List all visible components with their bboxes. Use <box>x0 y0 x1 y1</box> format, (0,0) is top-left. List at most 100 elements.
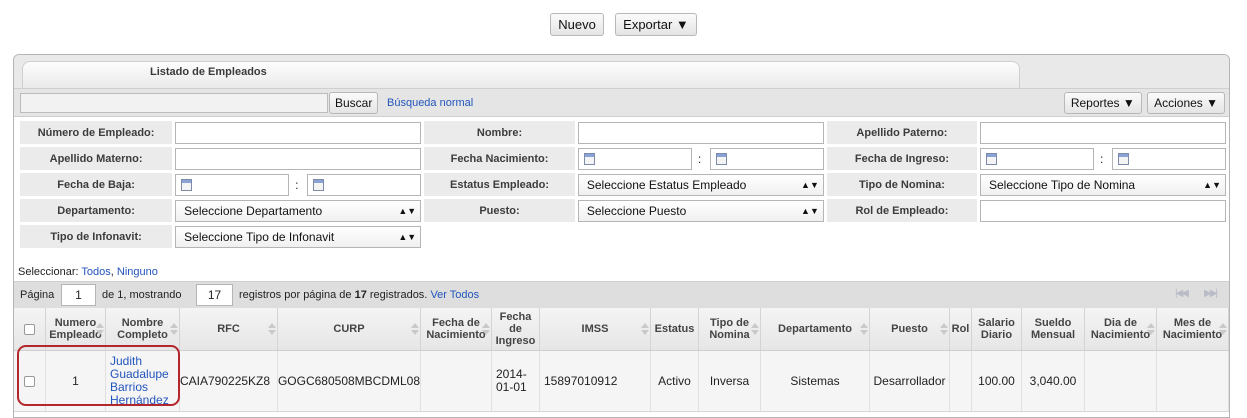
exportar-button[interactable]: Exportar ▼ <box>615 13 697 36</box>
select-none-link[interactable]: Ninguno <box>117 266 158 278</box>
sort-icon[interactable] <box>1147 323 1155 335</box>
fecha-ingreso-range: : <box>980 147 1226 170</box>
numero-empleado-label: Número de Empleado: <box>20 121 173 144</box>
page-input[interactable]: 1 <box>61 284 96 306</box>
first-page-icon[interactable]: |◀◀ <box>1175 288 1189 299</box>
col-tipo-nomina[interactable]: Tipo de Nomina <box>699 308 761 350</box>
numero-empleado-input[interactable] <box>175 121 422 144</box>
fecha-ingreso-from[interactable] <box>980 147 1094 170</box>
cell-salario: 100.00 <box>972 351 1022 411</box>
fecha-nacimiento-to[interactable] <box>709 147 824 170</box>
sort-icon[interactable] <box>268 323 276 335</box>
nuevo-button[interactable]: Nuevo <box>550 13 604 36</box>
calendar-icon[interactable] <box>715 152 727 165</box>
rol-empleado-input[interactable] <box>980 199 1226 222</box>
col-fecha-nacimiento[interactable]: Fecha de Nacimiento <box>421 308 492 350</box>
puesto-select[interactable]: Seleccione Puesto ▲▼ <box>577 199 824 222</box>
search-button[interactable]: Buscar <box>329 92 379 114</box>
sort-icon[interactable] <box>96 323 104 335</box>
highlight-annotation <box>17 345 180 406</box>
select-arrows-icon: ▲▼ <box>801 179 819 190</box>
registros-post: registrados. <box>369 289 428 301</box>
table-row[interactable]: 1 Judith Guadalupe Barrios Hernández CAI… <box>14 351 1229 412</box>
col-numero-empleado[interactable]: Numero Empleado <box>46 308 106 350</box>
range-separator: : <box>295 177 299 192</box>
select-all-checkbox-cell <box>14 308 46 350</box>
col-sueldo-mensual[interactable]: Sueldo Mensual <box>1022 308 1085 350</box>
calendar-icon[interactable] <box>583 152 595 165</box>
tipo-nomina-value: Seleccione Tipo de Nomina <box>989 177 1136 192</box>
col-sueldo-label: Sueldo Mensual <box>1030 317 1075 341</box>
sort-icon[interactable] <box>1219 323 1227 335</box>
fecha-ingreso-to[interactable] <box>1112 147 1226 170</box>
nombre-input[interactable] <box>577 121 824 144</box>
col-imss-label: IMSS <box>581 323 609 335</box>
estatus-empleado-select[interactable]: Seleccione Estatus Empleado ▲▼ <box>577 173 824 196</box>
cell-fecha-ingreso: 2014-01-01 <box>492 351 540 411</box>
search-input[interactable] <box>20 93 328 113</box>
tipo-infonavit-label: Tipo de Infonavit: <box>20 225 173 248</box>
col-nombre-label: Nombre Completo <box>117 317 168 341</box>
col-curp-label: CURP <box>333 323 365 335</box>
sort-icon[interactable] <box>751 323 759 335</box>
select-arrows-icon: ▲▼ <box>398 205 417 216</box>
col-fecha-ing-label: Fecha de Ingreso <box>495 311 536 347</box>
search-bar: Buscar Búsqueda normal Reportes ▼ Accion… <box>14 88 1229 117</box>
tipo-nomina-label: Tipo de Nomina: <box>826 173 977 196</box>
col-salario-diario[interactable]: Salario Diario <box>972 308 1022 350</box>
col-imss[interactable]: IMSS <box>540 308 651 350</box>
sort-icon[interactable] <box>940 323 948 335</box>
select-arrows-icon: ▲▼ <box>801 205 819 216</box>
sort-icon[interactable] <box>641 323 649 335</box>
sort-icon[interactable] <box>411 323 419 335</box>
cell-sueldo: 3,040.00 <box>1022 351 1085 411</box>
col-rol[interactable]: Rol <box>950 308 972 350</box>
select-all-link[interactable]: Todos <box>81 266 110 278</box>
tipo-infonavit-select[interactable]: Seleccione Tipo de Infonavit ▲▼ <box>175 225 422 248</box>
fecha-nacimiento-from[interactable] <box>577 147 692 170</box>
cell-rol <box>950 351 972 411</box>
per-page-input[interactable]: 17 <box>196 284 233 306</box>
calendar-icon[interactable] <box>181 178 193 191</box>
departamento-select[interactable]: Seleccione Departamento ▲▼ <box>175 199 422 222</box>
col-rfc[interactable]: RFC <box>180 308 278 350</box>
col-departamento-label: Departamento <box>778 323 852 335</box>
col-mes-nac-label: Mes de Nacimiento <box>1162 317 1223 341</box>
ver-todos-link[interactable]: Ver Todos <box>430 289 479 301</box>
employee-list-panel: Listado de Empleados Buscar Búsqueda nor… <box>13 54 1230 418</box>
col-departamento[interactable]: Departamento <box>761 308 870 350</box>
estatus-empleado-label: Estatus Empleado: <box>424 173 575 196</box>
reportes-button[interactable]: Reportes ▼ <box>1063 92 1142 114</box>
tipo-nomina-select[interactable]: Seleccione Tipo de Nomina ▲▼ <box>980 173 1226 196</box>
select-arrows-icon: ▲▼ <box>398 231 417 242</box>
fecha-ingreso-label: Fecha de Ingreso: <box>826 147 977 170</box>
col-estatus[interactable]: Estatus <box>651 308 699 350</box>
range-separator: : <box>697 151 702 166</box>
sort-icon[interactable] <box>860 323 868 335</box>
sort-icon[interactable] <box>170 323 178 335</box>
busqueda-normal-link[interactable]: Búsqueda normal <box>387 97 473 109</box>
col-dia-nacimiento[interactable]: Dia de Nacimiento <box>1085 308 1157 350</box>
acciones-button[interactable]: Acciones ▼ <box>1147 92 1225 114</box>
col-fecha-ingreso[interactable]: Fecha de Ingreso <box>492 308 540 350</box>
col-curp[interactable]: CURP <box>278 308 421 350</box>
calendar-icon[interactable] <box>986 152 997 165</box>
calendar-icon[interactable] <box>1118 152 1129 165</box>
fecha-baja-from[interactable] <box>175 173 290 196</box>
col-puesto[interactable]: Puesto <box>870 308 950 350</box>
cell-curp: GOGC680508MBCDML08 <box>278 351 421 411</box>
col-estatus-label: Estatus <box>654 323 695 335</box>
apellido-materno-input[interactable] <box>175 147 422 170</box>
top-toolbar: Nuevo Exportar ▼ <box>0 13 1247 36</box>
range-separator: : <box>1100 151 1104 166</box>
select-all-checkbox[interactable] <box>24 323 35 335</box>
registros-pre: registros por página de <box>239 289 352 301</box>
apellido-paterno-input[interactable] <box>980 121 1226 144</box>
fecha-baja-to[interactable] <box>307 173 422 196</box>
sort-icon[interactable] <box>482 323 490 335</box>
col-mes-nacimiento[interactable]: Mes de Nacimiento <box>1157 308 1229 350</box>
col-nombre-completo[interactable]: Nombre Completo <box>106 308 180 350</box>
calendar-icon[interactable] <box>313 178 325 191</box>
last-page-icon[interactable]: ▶▶| <box>1204 288 1218 299</box>
fecha-baja-label: Fecha de Baja: <box>20 173 173 196</box>
